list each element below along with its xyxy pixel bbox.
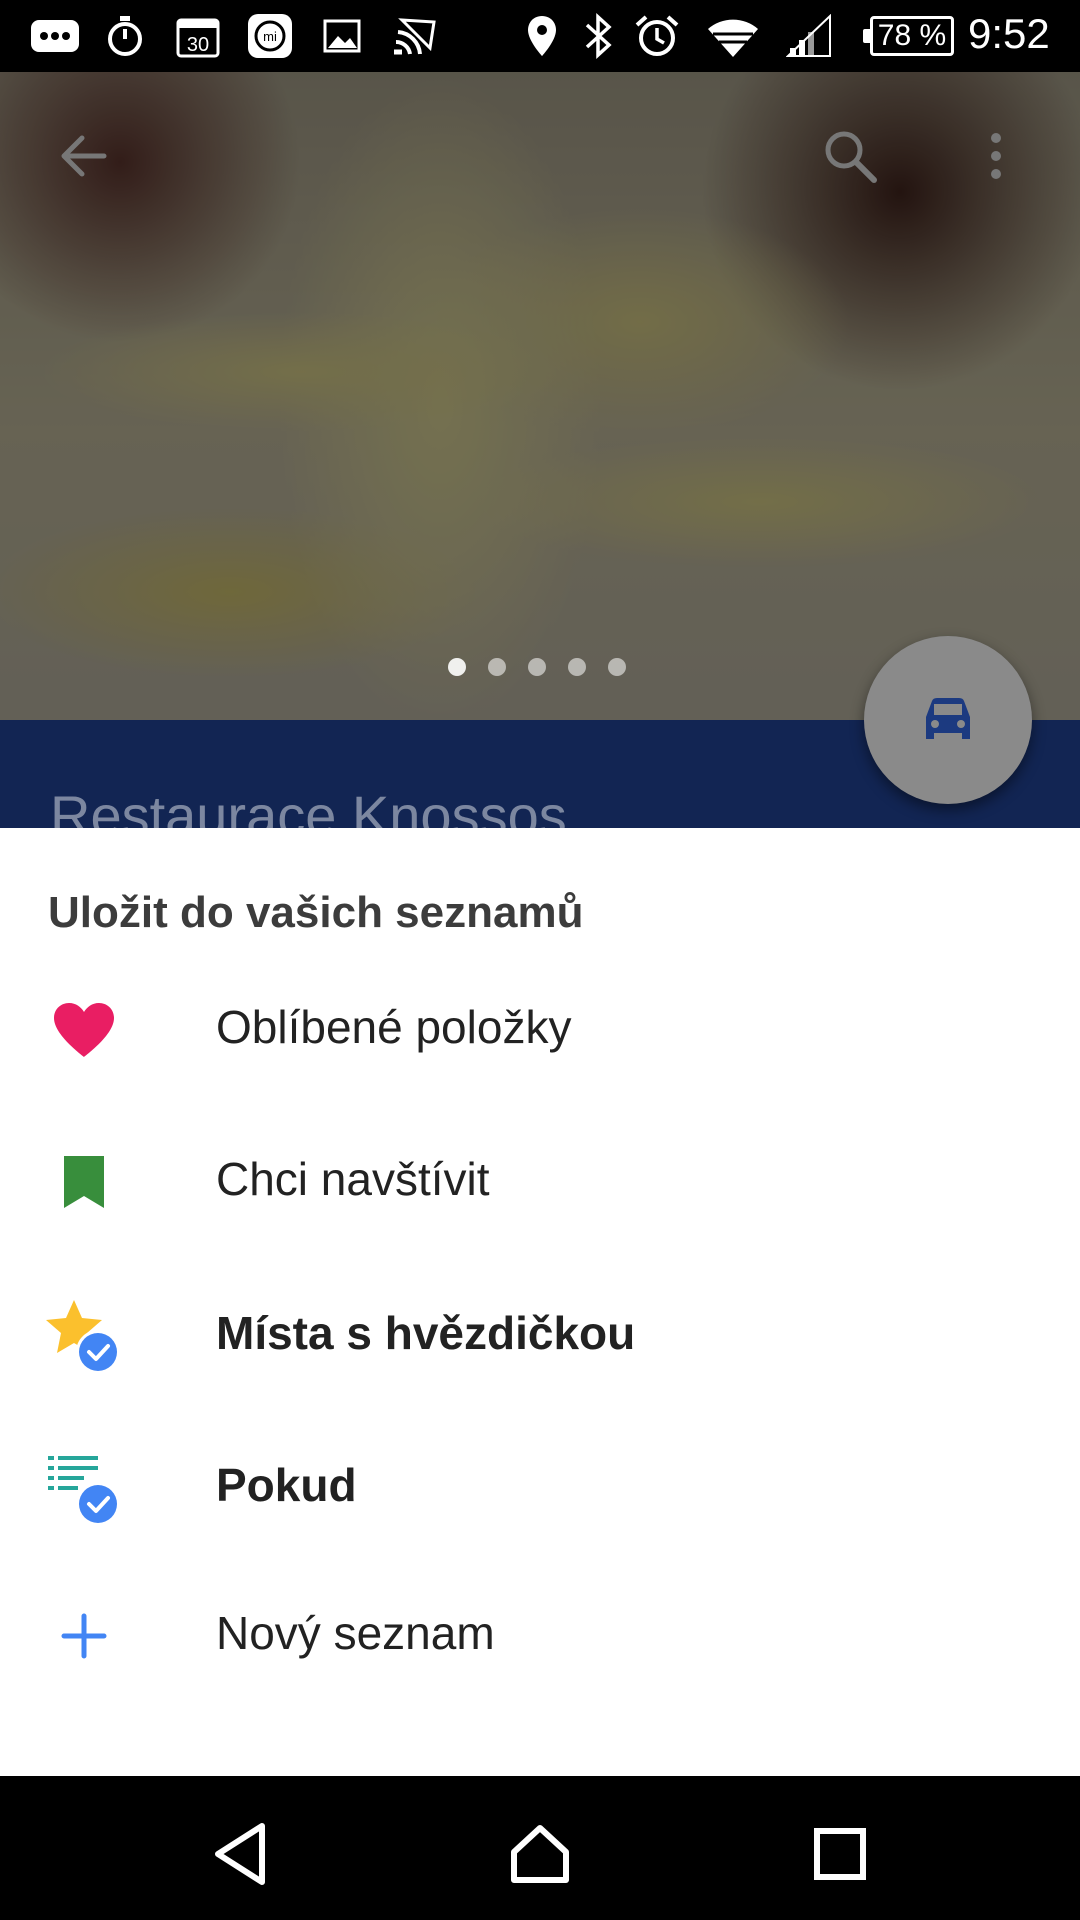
directions-button[interactable] [864, 636, 1032, 804]
star-check-icon [40, 1292, 128, 1380]
pager-dot [608, 658, 626, 676]
list-item-label: Oblíbené položky [216, 1001, 572, 1053]
system-nav-bar [0, 1776, 1080, 1920]
bluetooth-icon [578, 12, 618, 60]
back-triangle-icon [215, 1823, 265, 1885]
signal-icon [784, 12, 834, 60]
svg-text:mi: mi [263, 29, 277, 44]
bookmark-icon [40, 1138, 128, 1226]
search-button[interactable] [806, 112, 894, 200]
nav-recents-button[interactable] [790, 1804, 890, 1904]
status-bar: 30 mi 78 % 9:52 [0, 0, 1080, 72]
battery-level: 78 % [877, 19, 947, 52]
more-icon [26, 12, 84, 60]
list-check-icon [40, 1444, 128, 1532]
new-list-button[interactable]: Nový seznam [0, 1556, 1080, 1706]
back-button[interactable] [40, 112, 128, 200]
calendar-30-icon: 30 [172, 12, 224, 60]
home-icon [511, 1825, 569, 1883]
pager-dot [488, 658, 506, 676]
photo-pager-dots [448, 658, 626, 676]
alarm-icon [632, 12, 682, 60]
place-photo[interactable] [0, 72, 1080, 722]
plus-icon [40, 1592, 128, 1680]
pager-dot [448, 658, 466, 676]
svg-text:30: 30 [187, 34, 209, 56]
heart-icon [40, 986, 128, 1074]
more-vert-icon [991, 133, 1001, 179]
location-icon [522, 12, 562, 60]
clock: 9:52 [968, 10, 1050, 57]
list-item-label: Místa s hvězdičkou [216, 1307, 636, 1359]
list-item-custom-list[interactable]: Pokud [0, 1408, 1080, 1558]
battery-icon: 78 % [863, 16, 954, 56]
top-app-bar [0, 72, 1080, 212]
list-item-label: Chci navštívit [216, 1153, 490, 1205]
nav-home-button[interactable] [490, 1804, 590, 1904]
mi-icon: mi [244, 12, 296, 60]
list-item-label: Pokud [216, 1459, 357, 1511]
gallery-icon [318, 12, 366, 60]
list-item-starred-places[interactable]: Místa s hvězdičkou [0, 1256, 1080, 1406]
recents-icon [814, 1828, 866, 1880]
list-item-want-to-go[interactable]: Chci navštívit [0, 1102, 1080, 1252]
save-to-lists-sheet: Uložit do vašich seznamů Oblíbené položk… [0, 828, 1080, 1776]
back-arrow-icon [61, 135, 107, 177]
car-icon [926, 698, 970, 739]
pager-dot [568, 658, 586, 676]
nav-back-button[interactable] [190, 1804, 290, 1904]
cast-icon [388, 12, 440, 60]
timer-icon [100, 12, 150, 60]
list-item-label: Nový seznam [216, 1607, 495, 1659]
sheet-title: Uložit do vašich seznamů [48, 888, 584, 937]
wifi-icon [702, 12, 764, 60]
overflow-menu-button[interactable] [952, 112, 1040, 200]
list-item-favorites[interactable]: Oblíbené položky [0, 950, 1080, 1100]
pager-dot [528, 658, 546, 676]
search-icon [825, 131, 877, 183]
